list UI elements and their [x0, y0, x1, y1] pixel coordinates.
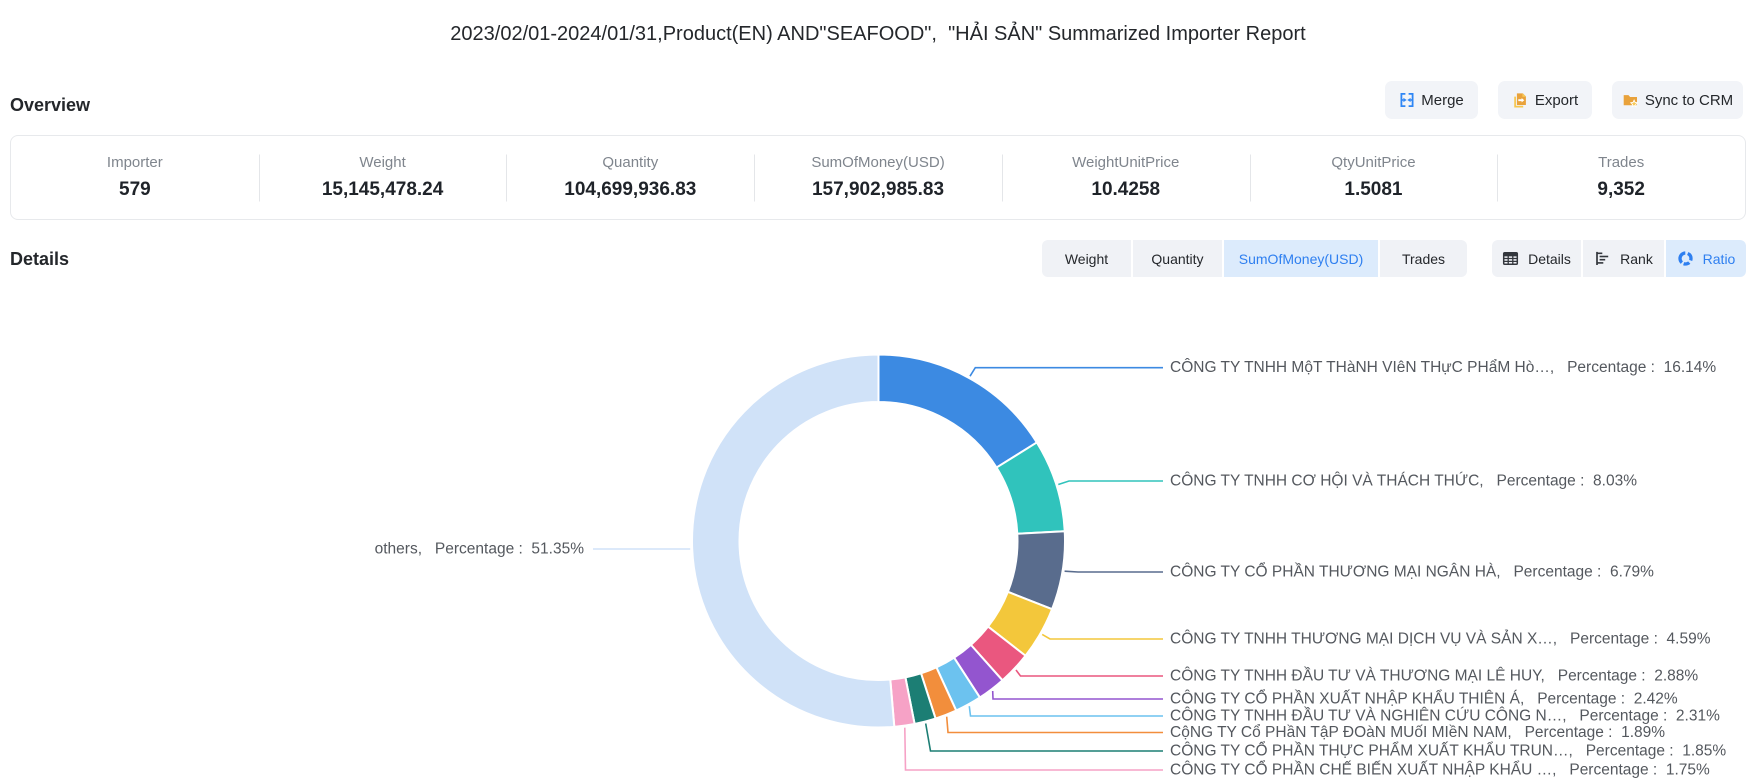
svg-text:CÔNG TY CỔ PHẦN CHẾ BIẾN XUẤT: CÔNG TY CỔ PHẦN CHẾ BIẾN XUẤT NHẬP KHẨU … — [1170, 761, 1710, 779]
svg-text:CÔNG TY TNHH ĐẦU TƯ VÀ THƯƠNG: CÔNG TY TNHH ĐẦU TƯ VÀ THƯƠNG MẠI LÊ HUY… — [1170, 668, 1698, 685]
svg-text:others, Percentage : 51.35%: others, Percentage : 51.35% — [375, 541, 585, 558]
svg-text:CÔNG TY TNHH MộT THàNH VIêN TH: CÔNG TY TNHH MộT THàNH VIêN THựC PHẩM Hò… — [1170, 359, 1716, 376]
svg-text:CÔNG TY CỔ PHẦN THỰC PHẨM XUẤT: CÔNG TY CỔ PHẦN THỰC PHẨM XUẤT KHẨU TRUN… — [1170, 742, 1726, 760]
svg-text:CÔNG TY TNHH CƠ HỘI VÀ THÁCH T: CÔNG TY TNHH CƠ HỘI VÀ THÁCH THỨC, Perce… — [1170, 473, 1637, 490]
svg-text:CộNG TY Cổ PHầN TậP ĐOàN MUốI: CộNG TY Cổ PHầN TậP ĐOàN MUốI MIềN NAM, … — [1170, 724, 1665, 741]
svg-text:CÔNG TY TNHH THƯƠNG MẠI DỊCH V: CÔNG TY TNHH THƯƠNG MẠI DỊCH VỤ VÀ SẢN X… — [1170, 631, 1711, 648]
svg-text:CÔNG TY CỔ PHẦN THƯƠNG MẠI NGÂ: CÔNG TY CỔ PHẦN THƯƠNG MẠI NGÂN HÀ, Perc… — [1170, 563, 1654, 581]
svg-text:CÔNG TY TNHH ĐẦU TƯ VÀ NGHIÊN: CÔNG TY TNHH ĐẦU TƯ VÀ NGHIÊN CỨU CÔNG N… — [1170, 708, 1720, 725]
svg-text:CÔNG TY CỔ PHẦN XUẤT NHẬP KHẨU: CÔNG TY CỔ PHẦN XUẤT NHẬP KHẨU THIÊN Á, … — [1170, 690, 1678, 708]
